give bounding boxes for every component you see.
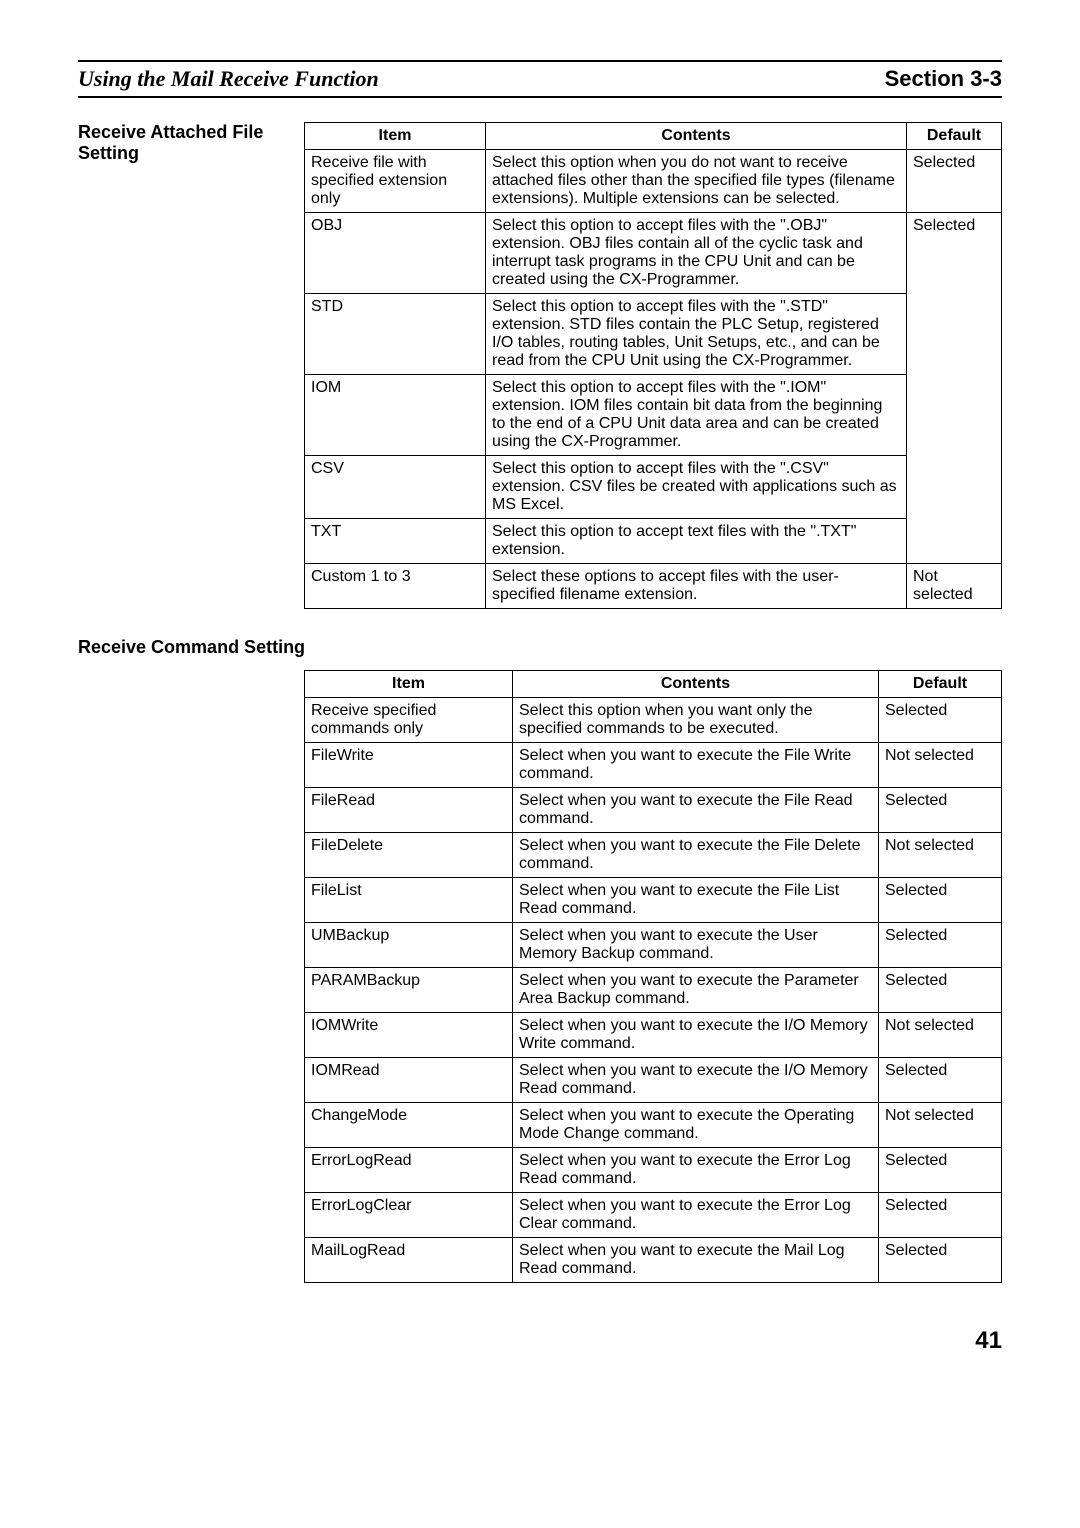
table-2-header-row: Item Contents Default <box>305 671 1002 698</box>
cell-default <box>907 294 1002 375</box>
cell-default: Selected <box>879 1148 1002 1193</box>
cell-item: Receive file with specified extension on… <box>305 150 486 213</box>
cell-default: Selected <box>879 698 1002 743</box>
cell-item: MailLogRead <box>305 1238 513 1283</box>
cell-default: Selected <box>879 788 1002 833</box>
cell-default: Not selected <box>879 833 1002 878</box>
cell-contents: Select when you want to execute the Erro… <box>513 1148 879 1193</box>
table-row: CSV Select this option to accept files w… <box>305 456 1002 519</box>
cell-item: FileDelete <box>305 833 513 878</box>
page-header: Using the Mail Receive Function Section … <box>78 60 1002 98</box>
cell-item: IOMRead <box>305 1058 513 1103</box>
table-row: STD Select this option to accept files w… <box>305 294 1002 375</box>
table-row: Receive file with specified extension on… <box>305 150 1002 213</box>
cell-default <box>907 519 1002 564</box>
table-1-header-item: Item <box>305 123 486 150</box>
table-row: IOM Select this option to accept files w… <box>305 375 1002 456</box>
table-row: Receive specified commands onlySelect th… <box>305 698 1002 743</box>
cell-default: Selected <box>879 1058 1002 1103</box>
table-row: FileListSelect when you want to execute … <box>305 878 1002 923</box>
cell-item: FileWrite <box>305 743 513 788</box>
table-row: ErrorLogReadSelect when you want to exec… <box>305 1148 1002 1193</box>
table-row: OBJ Select this option to accept files w… <box>305 213 1002 294</box>
table-row: Custom 1 to 3 Select these options to ac… <box>305 564 1002 609</box>
cell-default: Not selected <box>879 1103 1002 1148</box>
table-row: PARAMBackupSelect when you want to execu… <box>305 968 1002 1013</box>
cell-contents: Select when you want to execute the Erro… <box>513 1193 879 1238</box>
cell-item: ErrorLogClear <box>305 1193 513 1238</box>
table-row: UMBackupSelect when you want to execute … <box>305 923 1002 968</box>
cell-contents: Select when you want to execute the File… <box>513 833 879 878</box>
cell-contents: Select when you want to execute the Oper… <box>513 1103 879 1148</box>
cell-contents: Select when you want to execute the File… <box>513 788 879 833</box>
cell-item: IOMWrite <box>305 1013 513 1058</box>
page-number: 41 <box>78 1327 1002 1355</box>
table-1-header-row: Item Contents Default <box>305 123 1002 150</box>
table-row: IOMReadSelect when you want to execute t… <box>305 1058 1002 1103</box>
table-2-header-item: Item <box>305 671 513 698</box>
cell-item: UMBackup <box>305 923 513 968</box>
table-row: ChangeModeSelect when you want to execut… <box>305 1103 1002 1148</box>
cell-contents: Select when you want to execute the Para… <box>513 968 879 1013</box>
cell-contents: Select this option to accept files with … <box>486 213 907 294</box>
cell-item: Receive specified commands only <box>305 698 513 743</box>
cell-contents: Select this option to accept files with … <box>486 456 907 519</box>
cell-contents: Select these options to accept files wit… <box>486 564 907 609</box>
table-1-header-contents: Contents <box>486 123 907 150</box>
cell-contents: Select when you want to execute the User… <box>513 923 879 968</box>
section-1-title: Receive Attached File Setting <box>78 122 304 164</box>
cell-default <box>907 456 1002 519</box>
cell-contents: Select this option to accept text files … <box>486 519 907 564</box>
cell-item: IOM <box>305 375 486 456</box>
table-2: Item Contents Default Receive specified … <box>304 670 1002 1283</box>
cell-default: Selected <box>879 1238 1002 1283</box>
table-row: FileWriteSelect when you want to execute… <box>305 743 1002 788</box>
cell-item: CSV <box>305 456 486 519</box>
table-row: TXT Select this option to accept text fi… <box>305 519 1002 564</box>
table-row: ErrorLogClearSelect when you want to exe… <box>305 1193 1002 1238</box>
cell-default: Selected <box>879 878 1002 923</box>
header-left: Using the Mail Receive Function <box>78 66 379 92</box>
cell-contents: Select this option when you want only th… <box>513 698 879 743</box>
table-row: MailLogReadSelect when you want to execu… <box>305 1238 1002 1283</box>
cell-item: FileList <box>305 878 513 923</box>
table-row: FileDeleteSelect when you want to execut… <box>305 833 1002 878</box>
cell-contents: Select when you want to execute the I/O … <box>513 1058 879 1103</box>
table-2-header-contents: Contents <box>513 671 879 698</box>
cell-contents: Select when you want to execute the File… <box>513 743 879 788</box>
cell-default: Selected <box>907 213 1002 294</box>
cell-item: PARAMBackup <box>305 968 513 1013</box>
cell-default: Selected <box>907 150 1002 213</box>
header-right: Section 3-3 <box>885 66 1002 92</box>
cell-contents: Select this option to accept files with … <box>486 294 907 375</box>
cell-default: Not selected <box>879 1013 1002 1058</box>
table-1: Item Contents Default Receive file with … <box>304 122 1002 609</box>
cell-item: STD <box>305 294 486 375</box>
cell-default <box>907 375 1002 456</box>
table-row: FileReadSelect when you want to execute … <box>305 788 1002 833</box>
cell-contents: Select this option to accept files with … <box>486 375 907 456</box>
cell-contents: Select when you want to execute the I/O … <box>513 1013 879 1058</box>
cell-contents: Select this option when you do not want … <box>486 150 907 213</box>
cell-default: Not selected <box>879 743 1002 788</box>
cell-default: Not selected <box>907 564 1002 609</box>
cell-contents: Select when you want to execute the File… <box>513 878 879 923</box>
cell-item: Custom 1 to 3 <box>305 564 486 609</box>
cell-item: FileRead <box>305 788 513 833</box>
cell-default: Selected <box>879 968 1002 1013</box>
cell-default: Selected <box>879 923 1002 968</box>
table-1-header-default: Default <box>907 123 1002 150</box>
cell-contents: Select when you want to execute the Mail… <box>513 1238 879 1283</box>
cell-default: Selected <box>879 1193 1002 1238</box>
cell-item: ChangeMode <box>305 1103 513 1148</box>
cell-item: OBJ <box>305 213 486 294</box>
section-2: Item Contents Default Receive specified … <box>78 670 1002 1283</box>
table-2-header-default: Default <box>879 671 1002 698</box>
cell-item: ErrorLogRead <box>305 1148 513 1193</box>
section-1: Receive Attached File Setting Item Conte… <box>78 122 1002 609</box>
cell-item: TXT <box>305 519 486 564</box>
table-row: IOMWriteSelect when you want to execute … <box>305 1013 1002 1058</box>
section-2-title: Receive Command Setting <box>78 637 1002 658</box>
